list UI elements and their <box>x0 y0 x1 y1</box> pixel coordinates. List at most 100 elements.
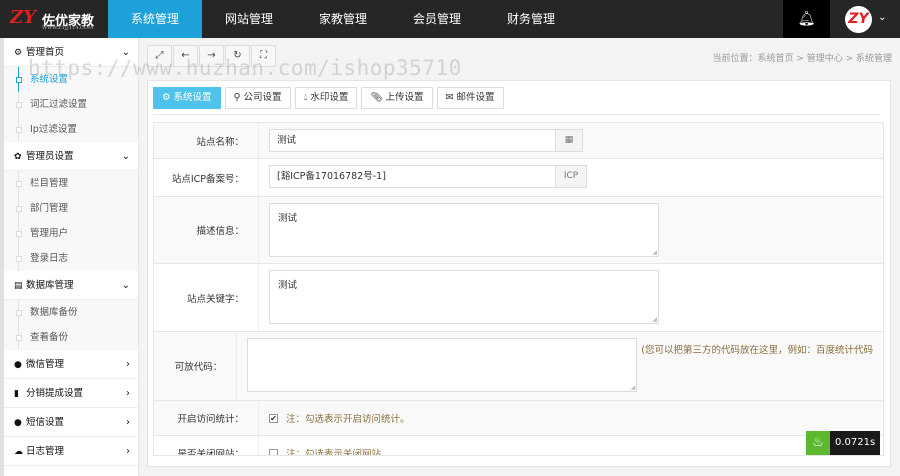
label: 站点名称： <box>154 123 259 158</box>
grid-icon[interactable]: ▦ <box>555 130 582 151</box>
sidebar: ⚙ 管理首页 ⌄ 系统设置 词汇过滤设置 Ip过滤设置 ✿ 管理员设置 ⌄ 栏目管理 部门管理 管理用… <box>0 38 139 476</box>
debug-timer[interactable]: ♨ 0.0721s <box>806 431 881 455</box>
row-keywords: 站点关键字： 测试 <box>154 264 883 332</box>
chevron-right-icon: › <box>126 388 130 399</box>
refresh-icon[interactable]: ↻ <box>225 45 250 67</box>
nav-member[interactable]: 会员管理 <box>390 0 484 38</box>
sidebar-group[interactable]: ⚙ 管理首页 ⌄ <box>4 38 138 67</box>
description-textarea[interactable]: 测试 <box>269 203 659 257</box>
icp-addon: ICP <box>555 166 586 187</box>
tab-label: 水印设置 <box>310 92 349 103</box>
avatar[interactable]: ZY <box>845 6 872 33</box>
sidebar-group-label: 数据库管理 <box>26 280 74 291</box>
keywords-textarea[interactable]: 测试 <box>269 270 659 324</box>
tab-label: 公司设置 <box>243 92 282 103</box>
tab-company[interactable]: ⚲ 公司设置 <box>224 87 291 109</box>
chevron-right-icon: › <box>126 417 130 428</box>
code-textarea[interactable] <box>247 338 638 392</box>
logo-sub: WWW.ZYJJ114.COM <box>42 25 94 31</box>
label: 站点ICP备案号： <box>154 159 259 196</box>
bell-icon[interactable]: 🔔︎ <box>783 0 830 38</box>
chevron-right-icon: › <box>126 446 130 457</box>
sidebar-group[interactable]: ● 短信设置 › <box>4 408 138 437</box>
logo-mark-icon: ZY <box>10 7 36 28</box>
sidebar-group-label: 日志管理 <box>26 446 65 457</box>
group-icon: ● <box>14 418 22 428</box>
chevron-down-icon: ⌄ <box>121 280 130 291</box>
top-bar: ZY 佐优家教 WWW.ZYJJ114.COM 系统管理 网站管理 家教管理 会员管… <box>0 0 900 38</box>
close-site-checkbox[interactable] <box>269 448 278 455</box>
chevron-down-icon: ⌄ <box>121 151 130 162</box>
flame-icon: ♨ <box>806 431 830 455</box>
sidebar-item[interactable]: 管理用户 <box>4 221 138 246</box>
sidebar-item[interactable]: 部门管理 <box>4 196 138 221</box>
group-icon: ▤ <box>14 281 23 291</box>
row-close-site: 是否关闭网站： 注：勾选表示关闭网站 <box>154 436 883 456</box>
nav-finance[interactable]: 财务管理 <box>484 0 578 38</box>
sidebar-group-label: 管理员设置 <box>26 151 74 162</box>
sidebar-group-label: 短信设置 <box>26 417 65 428</box>
tab-watermark[interactable]: 💧︎ 水印设置 <box>294 87 358 109</box>
group-icon: ☁ <box>14 447 23 457</box>
sidebar-group[interactable]: ▮ 分销提成设置 › <box>4 379 138 408</box>
back-icon[interactable]: ← <box>173 45 198 67</box>
sidebar-group[interactable]: ▤ 数据库管理 ⌄ <box>4 271 138 300</box>
timer-text: 0.0721s <box>830 431 881 455</box>
chevron-down-icon[interactable]: ⌄ <box>878 12 886 23</box>
row-stats: 开启访问统计： ✔ 注：勾选表示开启访问统计。 <box>154 401 883 436</box>
close-note: 注：勾选表示关闭网站 <box>286 449 382 456</box>
gear-icon: ⚙ <box>162 92 174 103</box>
sidebar-item[interactable]: 数据库备份 <box>4 300 138 325</box>
map-marker-icon: ⚲ <box>233 92 244 103</box>
nav-tutor[interactable]: 家教管理 <box>296 0 390 38</box>
sidebar-item[interactable]: 登录日志 <box>4 246 138 271</box>
stats-note: 注：勾选表示开启访问统计。 <box>286 414 410 425</box>
sidebar-group-label: 分销提成设置 <box>26 388 84 399</box>
logo[interactable]: ZY 佐优家教 WWW.ZYJJ114.COM <box>10 6 94 32</box>
stats-checkbox[interactable]: ✔ <box>269 413 278 423</box>
tab-label: 系统设置 <box>173 92 212 103</box>
label: 可放代码： <box>154 332 238 400</box>
sidebar-group[interactable]: ✿ 管理员设置 ⌄ <box>4 142 138 171</box>
sidebar-group[interactable]: ☁ 日志管理 › <box>4 437 138 466</box>
settings-tabs: ⚙ 系统设置 ⚲ 公司设置 💧︎ 水印设置 📎︎ 上传设置 ✉ 邮件设置 <box>153 87 508 109</box>
chevron-down-icon: ⌄ <box>121 47 130 58</box>
tab-label: 邮件设置 <box>456 92 495 103</box>
sidebar-item[interactable]: Ip过滤设置 <box>4 117 138 142</box>
sidebar-item[interactable]: 系统设置 <box>4 67 138 92</box>
forward-icon[interactable]: → <box>199 45 224 67</box>
fullscreen-icon[interactable]: ⛶ <box>251 45 276 67</box>
tab-system[interactable]: ⚙ 系统设置 <box>153 87 221 109</box>
sidebar-item[interactable]: 词汇过滤设置 <box>4 92 138 117</box>
group-icon: ⚙ <box>14 48 23 58</box>
toolbar: ⤢ ← → ↻ ⛶ <box>147 45 277 67</box>
tab-upload[interactable]: 📎︎ 上传设置 <box>361 87 433 109</box>
sidebar-item[interactable]: 查看备份 <box>4 325 138 350</box>
label: 开启访问统计： <box>154 401 259 435</box>
divider <box>153 114 880 115</box>
label: 描述信息： <box>154 197 259 263</box>
tab-email[interactable]: ✉ 邮件设置 <box>436 87 504 109</box>
code-note: (您可以把第三方的代码放在这里，例如：百度统计代码 <box>641 345 873 356</box>
group-icon: ● <box>14 360 22 370</box>
label: 是否关闭网站： <box>154 436 259 455</box>
tab-label: 上传设置 <box>385 92 424 103</box>
settings-form: 站点名称： 测试 ▦ 站点ICP备案号： [豁ICP备17016782号-1] IC… <box>153 122 884 456</box>
nav-website[interactable]: 网站管理 <box>202 0 296 38</box>
sidebar-group-label: 微信管理 <box>26 359 65 370</box>
label: 站点关键字： <box>154 264 259 331</box>
sidebar-group-label: 管理首页 <box>26 47 65 58</box>
site-name-input[interactable]: 测试 <box>270 130 555 151</box>
group-icon: ✿ <box>14 152 22 162</box>
paperclip-icon: 📎︎ <box>370 92 386 103</box>
sidebar-item[interactable]: 栏目管理 <box>4 171 138 196</box>
top-nav: 系统管理 网站管理 家教管理 会员管理 财务管理 <box>108 0 578 38</box>
expand-icon[interactable]: ⤢ <box>147 45 172 67</box>
chevron-right-icon: › <box>126 359 130 370</box>
settings-panel: ⚙ 系统设置 ⚲ 公司设置 💧︎ 水印设置 📎︎ 上传设置 ✉ 邮件设置 站点名… <box>147 80 891 467</box>
row-site-name: 站点名称： 测试 ▦ <box>154 123 883 159</box>
nav-system[interactable]: 系统管理 <box>108 0 202 38</box>
icp-input[interactable]: [豁ICP备17016782号-1] <box>270 166 555 187</box>
sidebar-group[interactable]: ● 微信管理 › <box>4 350 138 379</box>
row-icp: 站点ICP备案号： [豁ICP备17016782号-1] ICP <box>154 159 883 197</box>
